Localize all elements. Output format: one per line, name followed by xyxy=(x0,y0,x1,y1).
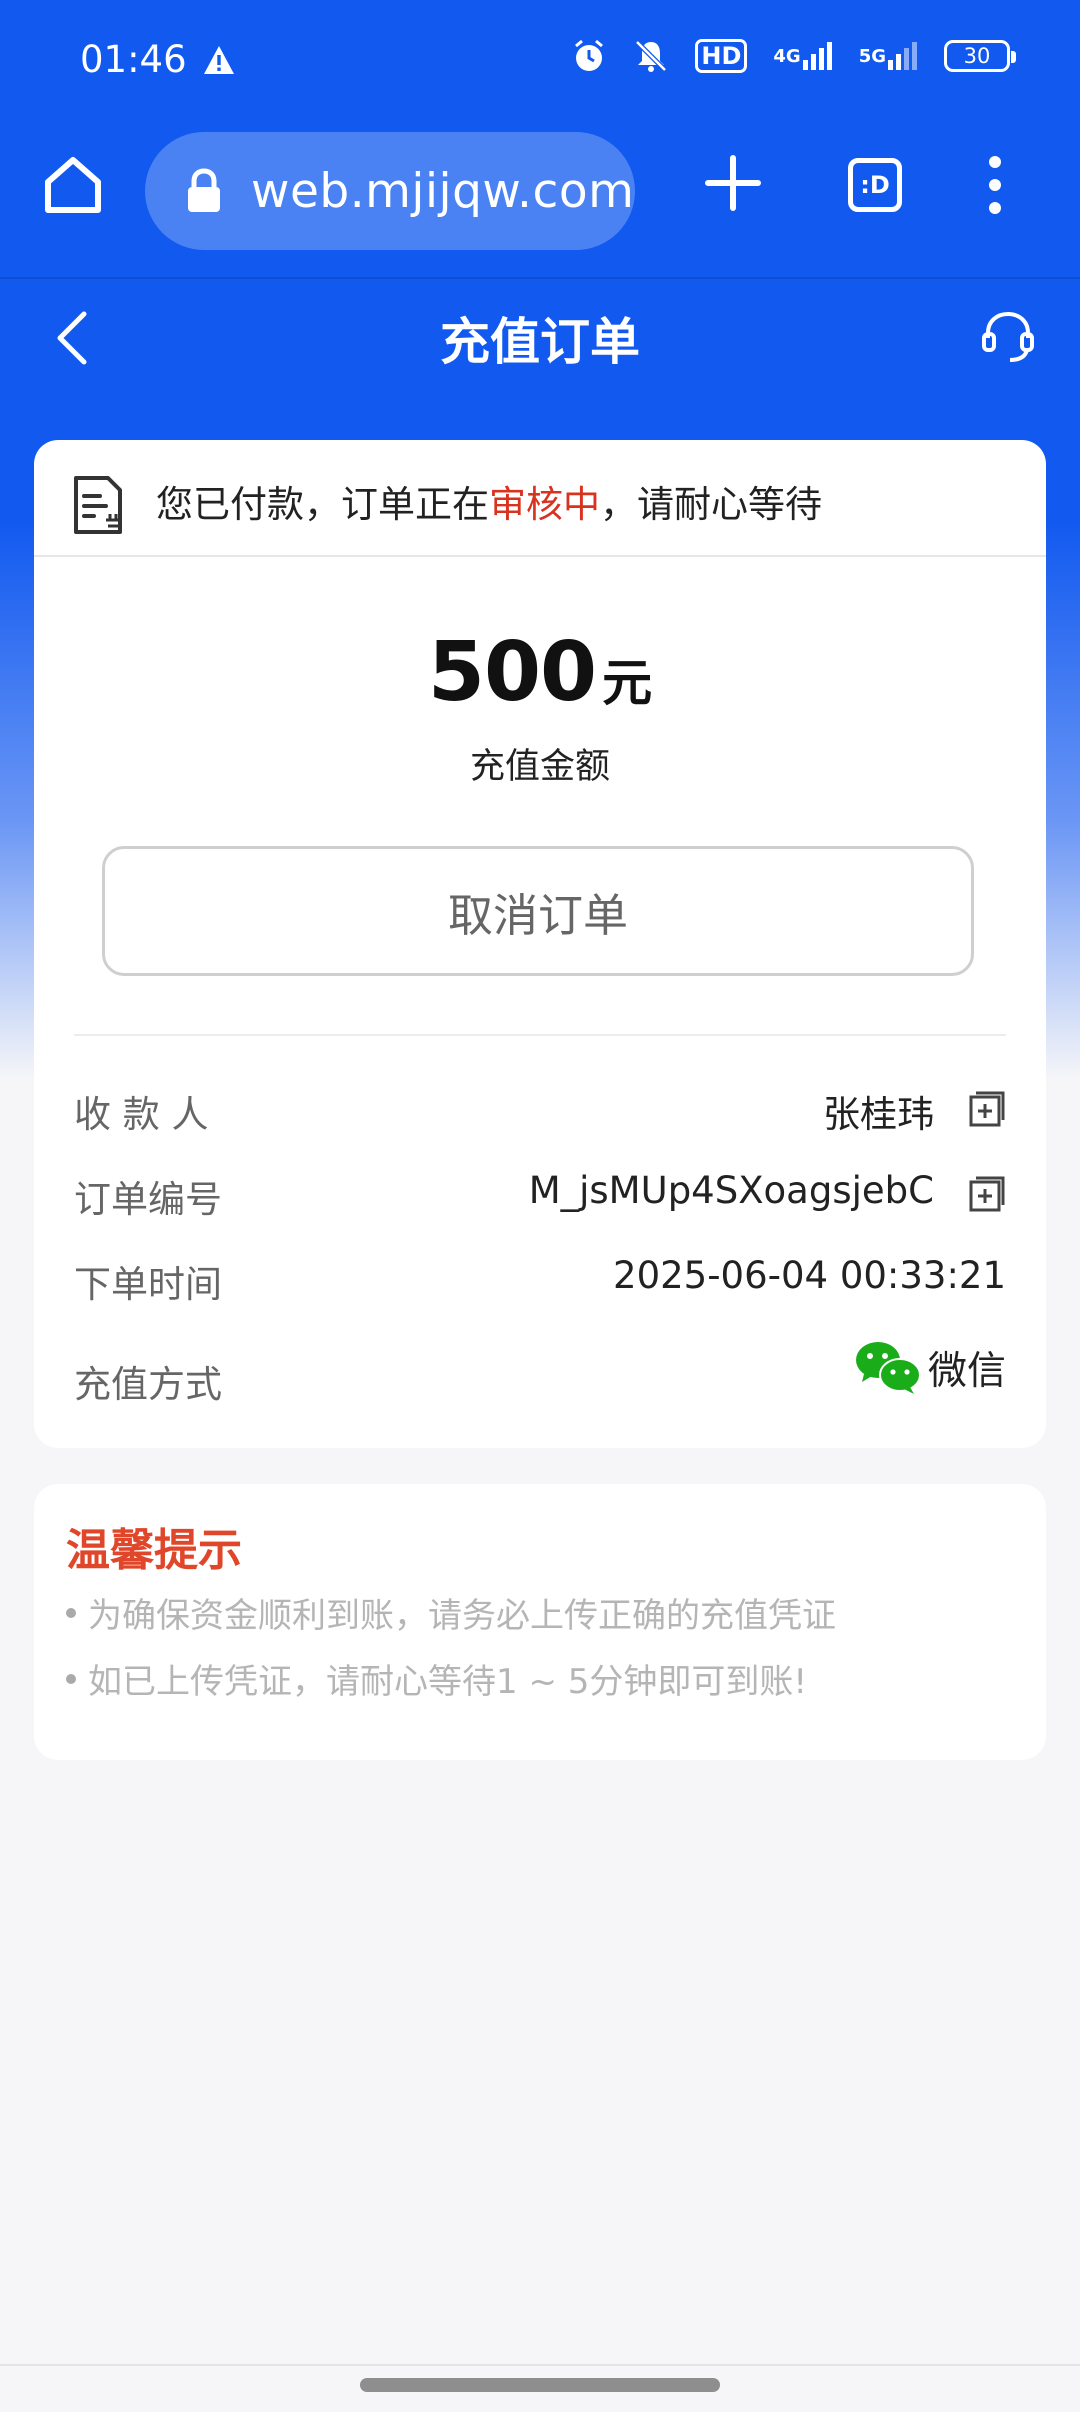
home-indicator[interactable] xyxy=(360,2378,720,2392)
more-menu-icon[interactable] xyxy=(980,152,1010,218)
home-icon[interactable] xyxy=(40,152,106,218)
order-number-row: 订单编号 M_jsMUp4SXoagsjebC xyxy=(74,1161,1006,1221)
url-text: web.mjijqw.com/ xyxy=(251,163,635,219)
order-time-label: 下单时间 xyxy=(74,1263,222,1306)
payment-method-label: 充值方式 xyxy=(74,1363,222,1406)
order-card: 您已付款，订单正在审核中，请耐心等待 500 元 充值金额 取消订单 收 款 人 … xyxy=(34,440,1046,1448)
recharge-amount: 500 元 xyxy=(34,625,1046,720)
customer-service-icon[interactable] xyxy=(978,306,1038,366)
tips-card: 温馨提示 为确保资金顺利到账，请务必上传正确的充值凭证 如已上传凭证，请耐心等待… xyxy=(34,1484,1046,1760)
tab-switcher-button[interactable]: :D xyxy=(848,158,902,212)
notice-prefix: 您已付款，订单正在 xyxy=(156,483,489,526)
nav-bar-divider xyxy=(0,2364,1080,2366)
signal-5g-icon: 5G xyxy=(859,40,918,72)
amount-value: 500 xyxy=(427,625,597,720)
section-divider xyxy=(74,1034,1006,1036)
copy-icon[interactable] xyxy=(968,1090,1006,1128)
amount-unit: 元 xyxy=(602,654,653,712)
alarm-icon xyxy=(571,38,607,74)
payment-method-text: 微信 xyxy=(927,1349,1006,1394)
new-tab-icon[interactable] xyxy=(700,150,766,216)
payee-row: 收 款 人 张桂玮 xyxy=(74,1076,1006,1136)
bullet-dot xyxy=(66,1673,76,1684)
order-time-row: 下单时间 2025-06-04 00:33:21 xyxy=(74,1246,1006,1306)
bullet-dot xyxy=(66,1607,76,1618)
address-bar[interactable]: web.mjijqw.com/ xyxy=(145,132,635,250)
notice-suffix: ，请耐心等待 xyxy=(600,483,822,526)
payee-label: 收 款 人 xyxy=(74,1093,209,1136)
battery-icon: 30 xyxy=(944,40,1016,72)
tip-text: 如已上传凭证，请耐心等待1 ~ 5分钟即可到账! xyxy=(88,1662,807,1702)
lock-icon xyxy=(185,168,223,214)
cancel-order-button[interactable]: 取消订单 xyxy=(102,846,974,976)
tip-text: 为确保资金顺利到账，请务必上传正确的充值凭证 xyxy=(88,1596,836,1636)
payment-method-row: 充值方式 微信 xyxy=(74,1340,1006,1410)
status-bar: 01:46 HD 4G 5G 30 xyxy=(0,0,1080,120)
status-time: 01:46 xyxy=(80,38,187,81)
tip-item: 为确保资金顺利到账，请务必上传正确的充值凭证 xyxy=(66,1588,836,1637)
wechat-icon xyxy=(854,1340,922,1396)
document-review-icon xyxy=(70,474,126,536)
hd-badge: HD xyxy=(695,39,748,73)
amount-label: 充值金额 xyxy=(469,747,610,787)
order-time-value: 2025-06-04 00:33:21 xyxy=(613,1254,1006,1297)
notice-status-highlight: 审核中 xyxy=(489,483,600,526)
tips-title: 温馨提示 xyxy=(66,1525,242,1576)
tip-item: 如已上传凭证，请耐心等待1 ~ 5分钟即可到账! xyxy=(66,1654,807,1703)
signal-4g-icon: 4G xyxy=(773,40,832,72)
order-number-label: 订单编号 xyxy=(74,1178,222,1221)
toolbar-divider xyxy=(0,277,1080,279)
payment-method-value: 微信 xyxy=(854,1340,1006,1396)
status-icons: HD 4G 5G 30 xyxy=(571,38,1016,74)
notice-text: 您已付款，订单正在审核中，请耐心等待 xyxy=(156,474,822,528)
payee-value: 张桂玮 xyxy=(823,1093,934,1136)
warning-icon xyxy=(202,44,236,76)
browser-toolbar: web.mjijqw.com/ :D xyxy=(0,130,1080,255)
mute-bell-icon xyxy=(633,38,669,74)
page-header: 充值订单 xyxy=(0,290,1080,385)
copy-icon[interactable] xyxy=(968,1175,1006,1213)
payment-status-notice: 您已付款，订单正在审核中，请耐心等待 xyxy=(34,440,1046,557)
order-number-value: M_jsMUp4SXoagsjebC xyxy=(528,1169,934,1212)
page-title: 充值订单 xyxy=(440,313,640,371)
